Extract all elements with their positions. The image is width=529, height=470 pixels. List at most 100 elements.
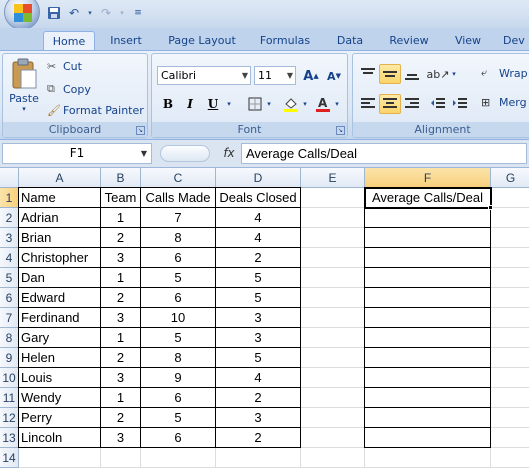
cell-f4[interactable] [365, 248, 491, 268]
name-box[interactable]: F1 ▼ [2, 143, 152, 164]
format-painter-button[interactable]: 🖌 Format Painter [47, 104, 144, 117]
cell-d8[interactable]: 3 [216, 328, 301, 348]
cut-button[interactable]: ✂ Cut [47, 60, 82, 73]
cell-g14[interactable] [491, 448, 529, 468]
cell-f2[interactable] [365, 208, 491, 228]
cell-g10[interactable] [491, 368, 529, 388]
column-header-f[interactable]: F [365, 168, 491, 188]
cell-g3[interactable] [491, 228, 529, 248]
cell-c9[interactable]: 8 [141, 348, 216, 368]
cell-f10[interactable] [365, 368, 491, 388]
orientation-button[interactable]: ab↗ [427, 64, 450, 84]
row-header-6[interactable]: 6 [0, 288, 19, 308]
column-header-a[interactable]: A [19, 168, 101, 188]
cell-d10[interactable]: 4 [216, 368, 301, 388]
tab-home[interactable]: Home [43, 31, 95, 50]
column-header-b[interactable]: B [101, 168, 141, 188]
cell-e6[interactable] [301, 288, 365, 308]
orientation-dropdown-icon[interactable]: ▾ [449, 64, 459, 84]
row-header-13[interactable]: 13 [0, 428, 19, 448]
tab-formulas[interactable]: Formulas [254, 31, 316, 50]
cell-c4[interactable]: 6 [141, 248, 216, 268]
cell-b6[interactable]: 2 [101, 288, 141, 308]
font-launcher-icon[interactable]: ↘ [336, 126, 345, 135]
row-header-3[interactable]: 3 [0, 228, 19, 248]
cell-d14[interactable] [216, 448, 301, 468]
cell-b14[interactable] [101, 448, 141, 468]
cell-a4[interactable]: Christopher [19, 248, 101, 268]
row-header-11[interactable]: 11 [0, 388, 19, 408]
cell-a1[interactable]: Name [19, 188, 101, 208]
cell-f7[interactable] [365, 308, 491, 328]
cell-f14[interactable] [365, 448, 491, 468]
underline-button[interactable]: U [202, 94, 224, 114]
cell-b9[interactable]: 2 [101, 348, 141, 368]
italic-button[interactable]: I [179, 94, 201, 114]
cell-e9[interactable] [301, 348, 365, 368]
cell-c1[interactable]: Calls Made [141, 188, 216, 208]
cell-d1[interactable]: Deals Closed [216, 188, 301, 208]
cell-e3[interactable] [301, 228, 365, 248]
cell-g1[interactable] [491, 188, 529, 208]
borders-dropdown-icon[interactable]: ▾ [264, 94, 274, 114]
cell-b5[interactable]: 1 [101, 268, 141, 288]
row-header-8[interactable]: 8 [0, 328, 19, 348]
cell-a8[interactable]: Gary [19, 328, 101, 348]
cell-b4[interactable]: 3 [101, 248, 141, 268]
cell-d11[interactable]: 2 [216, 388, 301, 408]
cell-a3[interactable]: Brian [19, 228, 101, 248]
cell-c13[interactable]: 6 [141, 428, 216, 448]
font-name-combo[interactable]: Calibri ▼ [157, 66, 251, 85]
cell-f11[interactable] [365, 388, 491, 408]
cell-f6[interactable] [365, 288, 491, 308]
paste-button[interactable]: Paste ▾ [7, 58, 41, 120]
row-header-7[interactable]: 7 [0, 308, 19, 328]
cell-c11[interactable]: 6 [141, 388, 216, 408]
cell-d12[interactable]: 3 [216, 408, 301, 428]
cell-g4[interactable] [491, 248, 529, 268]
font-size-combo[interactable]: 11 ▼ [254, 66, 296, 85]
cell-g6[interactable] [491, 288, 529, 308]
row-header-1[interactable]: 1 [0, 188, 19, 208]
select-all-corner[interactable] [0, 168, 19, 188]
cell-a10[interactable]: Louis [19, 368, 101, 388]
font-color-dropdown-icon[interactable]: ▾ [332, 94, 342, 114]
cell-b13[interactable]: 3 [101, 428, 141, 448]
align-right-button[interactable] [401, 94, 423, 114]
cell-g12[interactable] [491, 408, 529, 428]
row-header-2[interactable]: 2 [0, 208, 19, 228]
cell-c10[interactable]: 9 [141, 368, 216, 388]
cell-e11[interactable] [301, 388, 365, 408]
align-left-button[interactable] [357, 94, 379, 114]
tab-view[interactable]: View [447, 31, 489, 50]
row-header-10[interactable]: 10 [0, 368, 19, 388]
fill-dropdown-icon[interactable]: ▾ [300, 94, 310, 114]
align-center-button[interactable] [379, 94, 401, 114]
cell-a9[interactable]: Helen [19, 348, 101, 368]
cell-a12[interactable]: Perry [19, 408, 101, 428]
underline-dropdown-icon[interactable]: ▾ [224, 94, 234, 114]
cell-d13[interactable]: 2 [216, 428, 301, 448]
cell-a6[interactable]: Edward [19, 288, 101, 308]
cell-b11[interactable]: 1 [101, 388, 141, 408]
formula-input[interactable]: Average Calls/Deal [241, 143, 527, 164]
row-header-14[interactable]: 14 [0, 448, 19, 468]
cell-g8[interactable] [491, 328, 529, 348]
cell-c12[interactable]: 5 [141, 408, 216, 428]
undo-dropdown-icon[interactable]: ▾ [86, 5, 94, 21]
cell-d7[interactable]: 3 [216, 308, 301, 328]
row-header-5[interactable]: 5 [0, 268, 19, 288]
row-header-9[interactable]: 9 [0, 348, 19, 368]
cell-g7[interactable] [491, 308, 529, 328]
column-header-c[interactable]: C [141, 168, 216, 188]
align-bottom-button[interactable] [401, 64, 423, 84]
cell-d2[interactable]: 4 [216, 208, 301, 228]
cell-e7[interactable] [301, 308, 365, 328]
cell-c7[interactable]: 10 [141, 308, 216, 328]
cell-e1[interactable] [301, 188, 365, 208]
column-header-e[interactable]: E [301, 168, 365, 188]
cell-d9[interactable]: 5 [216, 348, 301, 368]
save-icon[interactable] [46, 5, 62, 21]
cell-b8[interactable]: 1 [101, 328, 141, 348]
cell-b1[interactable]: Team [101, 188, 141, 208]
